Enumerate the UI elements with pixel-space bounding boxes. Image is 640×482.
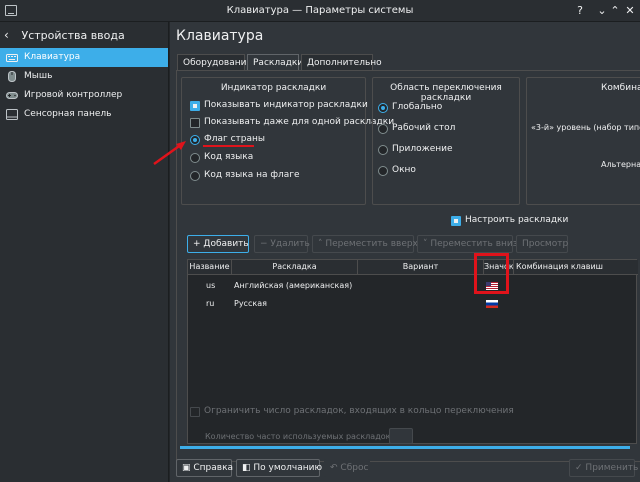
remove-button-label: Удалить bbox=[270, 239, 310, 249]
defaults-button[interactable]: ◧ По умолчанию bbox=[236, 459, 323, 477]
sidebar: ‹ Устройства ввода Клавиатура Мышь Игров… bbox=[0, 22, 169, 482]
indicator-group: Индикатор раскладки Показывать индикатор… bbox=[181, 77, 394, 205]
keyboard-icon bbox=[6, 54, 18, 62]
sidebar-item-label: Клавиатура bbox=[24, 52, 81, 62]
defaults-button-label: По умолчанию bbox=[253, 463, 323, 473]
reset-button-label: Сброс bbox=[340, 463, 369, 473]
sidebar-item-label: Игровой контроллер bbox=[24, 90, 123, 100]
annotation-flags-highlight bbox=[474, 253, 509, 294]
indicator-group-title: Индикатор раскладки bbox=[220, 83, 327, 93]
ru-flag-icon bbox=[486, 300, 498, 308]
switch-area-title: Область переключения раскладки bbox=[390, 83, 502, 103]
sidebar-item-label: Сенсорная панель bbox=[24, 109, 112, 119]
checkbox-box[interactable] bbox=[190, 407, 200, 417]
cell-layout: Английская (американская) bbox=[234, 281, 353, 290]
radio-label: Рабочий стол bbox=[392, 123, 456, 133]
radio-dot[interactable] bbox=[378, 103, 388, 113]
shortcuts-group-title: Комбинац bbox=[601, 83, 640, 93]
shortcuts-group: Комбинац «3-й» уровень (набор типо Альте… bbox=[526, 77, 640, 205]
plus-icon: + bbox=[193, 239, 201, 249]
scroll-progress-bar bbox=[180, 446, 630, 449]
window-title: Клавиатура — Параметры системы bbox=[226, 5, 414, 16]
help-book-icon: ▣ bbox=[182, 463, 191, 473]
gamepad-icon bbox=[6, 92, 18, 99]
radio-label: Код языка bbox=[204, 152, 254, 162]
table-row[interactable]: us Английская (американская) bbox=[188, 277, 636, 295]
table-row[interactable]: ru Русская bbox=[188, 295, 636, 313]
radio-dot[interactable] bbox=[190, 171, 200, 181]
radio-label: Код языка на флаге bbox=[204, 170, 300, 180]
cell-name: ru bbox=[206, 299, 215, 308]
radio-label: Флаг страны bbox=[204, 134, 266, 144]
help-button[interactable]: ▣ Справка bbox=[176, 459, 234, 477]
chevron-down-icon: ˅ bbox=[423, 239, 428, 249]
annotation-underline bbox=[203, 145, 254, 147]
maximize-icon[interactable]: ⌃ bbox=[607, 3, 623, 19]
move-down-button[interactable]: ˅ Переместить вниз bbox=[417, 235, 518, 253]
sidebar-item-label: Мышь bbox=[24, 71, 53, 81]
radio-dot[interactable] bbox=[378, 124, 388, 134]
move-up-button[interactable]: ˄ Переместить вверх bbox=[312, 235, 418, 253]
radio-dot[interactable] bbox=[378, 145, 388, 155]
checkbox-box[interactable] bbox=[190, 118, 200, 128]
cell-name: us bbox=[206, 281, 216, 290]
sidebar-item-gamepad[interactable]: Игровой контроллер bbox=[0, 86, 168, 105]
preview-button[interactable]: Просмотр bbox=[516, 235, 568, 253]
main-panel: Клавиатура Оборудование Раскладки Дополн… bbox=[170, 22, 640, 482]
move-down-label: Переместить вниз bbox=[430, 239, 518, 249]
sidebar-header-label: Устройства ввода bbox=[21, 29, 125, 42]
cell-layout: Русская bbox=[234, 299, 267, 308]
radio-dot[interactable] bbox=[378, 166, 388, 176]
defaults-icon: ◧ bbox=[242, 463, 251, 473]
chevron-up-icon: ˄ bbox=[318, 239, 323, 249]
sidebar-item-touchpad[interactable]: Сенсорная панель bbox=[0, 105, 168, 124]
annotation-arrow-icon bbox=[153, 141, 186, 166]
radio-label: Окно bbox=[392, 165, 416, 175]
third-level-label: «3-й» уровень (набор типо bbox=[531, 123, 640, 132]
layouts-tab-panel: Индикатор раскладки Показывать индикатор… bbox=[176, 70, 640, 462]
column-header-layout[interactable]: Раскладка bbox=[232, 260, 358, 275]
add-button-label: Добавить bbox=[203, 239, 249, 249]
checkbox-box[interactable] bbox=[190, 101, 200, 111]
checkmark-icon: ✓ bbox=[575, 463, 583, 473]
remove-layout-button[interactable]: − Удалить bbox=[254, 235, 310, 253]
minus-icon: − bbox=[260, 239, 268, 249]
page-title: Клавиатура bbox=[176, 28, 264, 44]
show-indicator-label: Показывать индикатор раскладки bbox=[204, 100, 368, 110]
tab-advanced[interactable]: Дополнительно bbox=[301, 54, 382, 71]
tab-hardware[interactable]: Оборудование bbox=[177, 54, 252, 71]
frequent-count-spinbox[interactable] bbox=[389, 428, 413, 444]
apply-button[interactable]: ✓ Применить bbox=[569, 459, 639, 477]
column-header-shortcut[interactable]: Комбинация клавиш bbox=[514, 260, 638, 275]
switch-area-group: Область переключения раскладки Глобально… bbox=[372, 77, 520, 205]
apply-button-label: Применить bbox=[585, 463, 639, 473]
window-titlebar: Клавиатура — Параметры системы ? ⌄ ⌃ ✕ bbox=[0, 0, 640, 22]
tab-layouts[interactable]: Раскладки bbox=[247, 54, 303, 71]
close-icon[interactable]: ✕ bbox=[622, 3, 638, 19]
add-layout-button[interactable]: + Добавить bbox=[187, 235, 249, 253]
radio-label: Приложение bbox=[392, 144, 453, 154]
sidebar-item-keyboard[interactable]: Клавиатура bbox=[0, 48, 168, 67]
reset-icon: ↶ bbox=[330, 463, 338, 473]
column-header-variant[interactable]: Вариант bbox=[358, 260, 484, 275]
mouse-icon bbox=[8, 71, 16, 82]
sidebar-back-header[interactable]: ‹ Устройства ввода bbox=[4, 28, 125, 48]
help-button-label: Справка bbox=[193, 463, 234, 473]
reset-button[interactable]: ↶ Сброс bbox=[324, 459, 370, 477]
alternative-label: Альтерна bbox=[601, 160, 640, 169]
column-header-name[interactable]: Название bbox=[188, 260, 232, 275]
layouts-table: Название Раскладка Вариант Значок Комбин… bbox=[187, 259, 638, 444]
checkbox-box[interactable] bbox=[451, 216, 461, 226]
limit-loop-label: Ограничить число раскладок, входящих в к… bbox=[204, 406, 514, 416]
radio-label: Глобально bbox=[392, 102, 443, 112]
move-up-label: Переместить вверх bbox=[325, 239, 418, 249]
touchpad-icon bbox=[6, 109, 18, 120]
sidebar-item-mouse[interactable]: Мышь bbox=[0, 67, 168, 86]
back-arrow-icon[interactable]: ‹ bbox=[4, 28, 18, 42]
configure-layouts-label: Настроить раскладки bbox=[465, 215, 569, 225]
show-single-label: Показывать даже для одной раскладки bbox=[204, 117, 395, 127]
help-icon[interactable]: ? bbox=[572, 3, 588, 19]
frequent-count-label: Количество часто используемых раскладок: bbox=[205, 432, 394, 441]
